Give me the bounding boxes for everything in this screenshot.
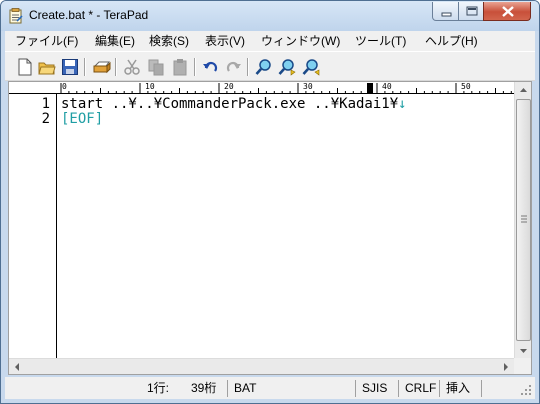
minimize-button[interactable]: [432, 2, 459, 21]
toolbar-separator: [115, 58, 117, 76]
line-number-gutter: 1 2: [9, 94, 57, 358]
find-prev-icon[interactable]: [302, 58, 320, 76]
ruler-label-40: 40: [382, 82, 392, 91]
close-button[interactable]: [483, 2, 531, 21]
find-next-icon[interactable]: [278, 58, 296, 76]
terapad-window: Create.bat * - TeraPad ファイル(F) 編集(E) 検索(…: [0, 0, 540, 404]
menu-edit[interactable]: 編集(E): [95, 33, 135, 49]
grip-icon: [521, 215, 527, 223]
paste-icon[interactable]: [171, 58, 189, 76]
ruler-label-0: 0: [62, 82, 67, 91]
status-bar: 1行: 39桁 BAT SJIS CRLF 挿入: [5, 377, 535, 399]
menu-tools[interactable]: ツール(T): [355, 33, 406, 49]
toolbar-separator: [194, 58, 196, 76]
horizontal-scrollbar[interactable]: [9, 358, 514, 374]
open-folder-icon[interactable]: [38, 58, 56, 76]
vertical-scrollbar[interactable]: [514, 82, 531, 358]
status-empty: [481, 380, 488, 397]
ruler-ticks: [60, 83, 512, 94]
eof-marker: [EOF]: [61, 111, 104, 127]
ruler-label-10: 10: [145, 82, 155, 91]
cursor-column-marker: [367, 83, 373, 93]
cut-icon[interactable]: [123, 58, 141, 76]
menu-help[interactable]: ヘルプ(H): [425, 33, 478, 49]
close-icon: [502, 6, 514, 17]
line-number: 1: [41, 96, 50, 112]
toolbar: [5, 51, 535, 81]
ruler-label-30: 30: [303, 82, 313, 91]
redo-icon[interactable]: [224, 58, 242, 76]
window-title: Create.bat * - TeraPad: [29, 8, 149, 22]
line-text: start ..¥..¥CommanderPack.exe ..¥Kadai1¥: [61, 96, 399, 112]
new-file-icon[interactable]: [16, 58, 34, 76]
title-bar[interactable]: Create.bat * - TeraPad: [1, 1, 539, 31]
status-encoding: SJIS: [355, 380, 387, 397]
menu-view[interactable]: 表示(V): [205, 33, 245, 49]
maximize-icon: [466, 6, 478, 16]
menu-window[interactable]: ウィンドウ(W): [261, 33, 340, 49]
copy-icon[interactable]: [147, 58, 165, 76]
ruler-label-20: 20: [224, 82, 234, 91]
editor-frame: 0 10 20 30 40 50 1 2 start ..¥..¥Command…: [8, 81, 532, 375]
terapad-notepad-icon: [8, 8, 24, 24]
status-line-ending: CRLF: [398, 380, 436, 397]
undo-icon[interactable]: [202, 58, 220, 76]
menu-search[interactable]: 検索(S): [149, 33, 189, 49]
menu-file[interactable]: ファイル(F): [15, 33, 78, 49]
menu-bar: ファイル(F) 編集(E) 検索(S) 表示(V) ウィンドウ(W) ツール(T…: [5, 31, 535, 51]
maximize-button[interactable]: [458, 2, 484, 21]
scroll-arrows: [15, 363, 508, 371]
status-insert-mode: 挿入: [439, 380, 470, 397]
resize-grip-icon[interactable]: [519, 383, 533, 397]
vertical-scroll-thumb[interactable]: [516, 99, 531, 341]
status-column: 39桁: [191, 381, 217, 395]
find-icon[interactable]: [255, 58, 273, 76]
status-line: 1行:: [147, 381, 170, 395]
toolbar-separator: [84, 58, 86, 76]
editor-line[interactable]: start ..¥..¥CommanderPack.exe ..¥Kadai1¥…: [61, 97, 407, 112]
newline-mark: ↓: [398, 96, 407, 112]
status-filetype: BAT: [227, 380, 256, 397]
save-icon[interactable]: [61, 58, 79, 76]
ruler: 0 10 20 30 40 50: [9, 82, 514, 94]
scrollbar-corner: [514, 358, 531, 374]
toolbar-separator: [247, 58, 249, 76]
ruler-label-50: 50: [461, 82, 471, 91]
print-icon[interactable]: [93, 58, 111, 76]
minimize-icon: [441, 12, 452, 17]
line-number: 2: [41, 111, 50, 127]
